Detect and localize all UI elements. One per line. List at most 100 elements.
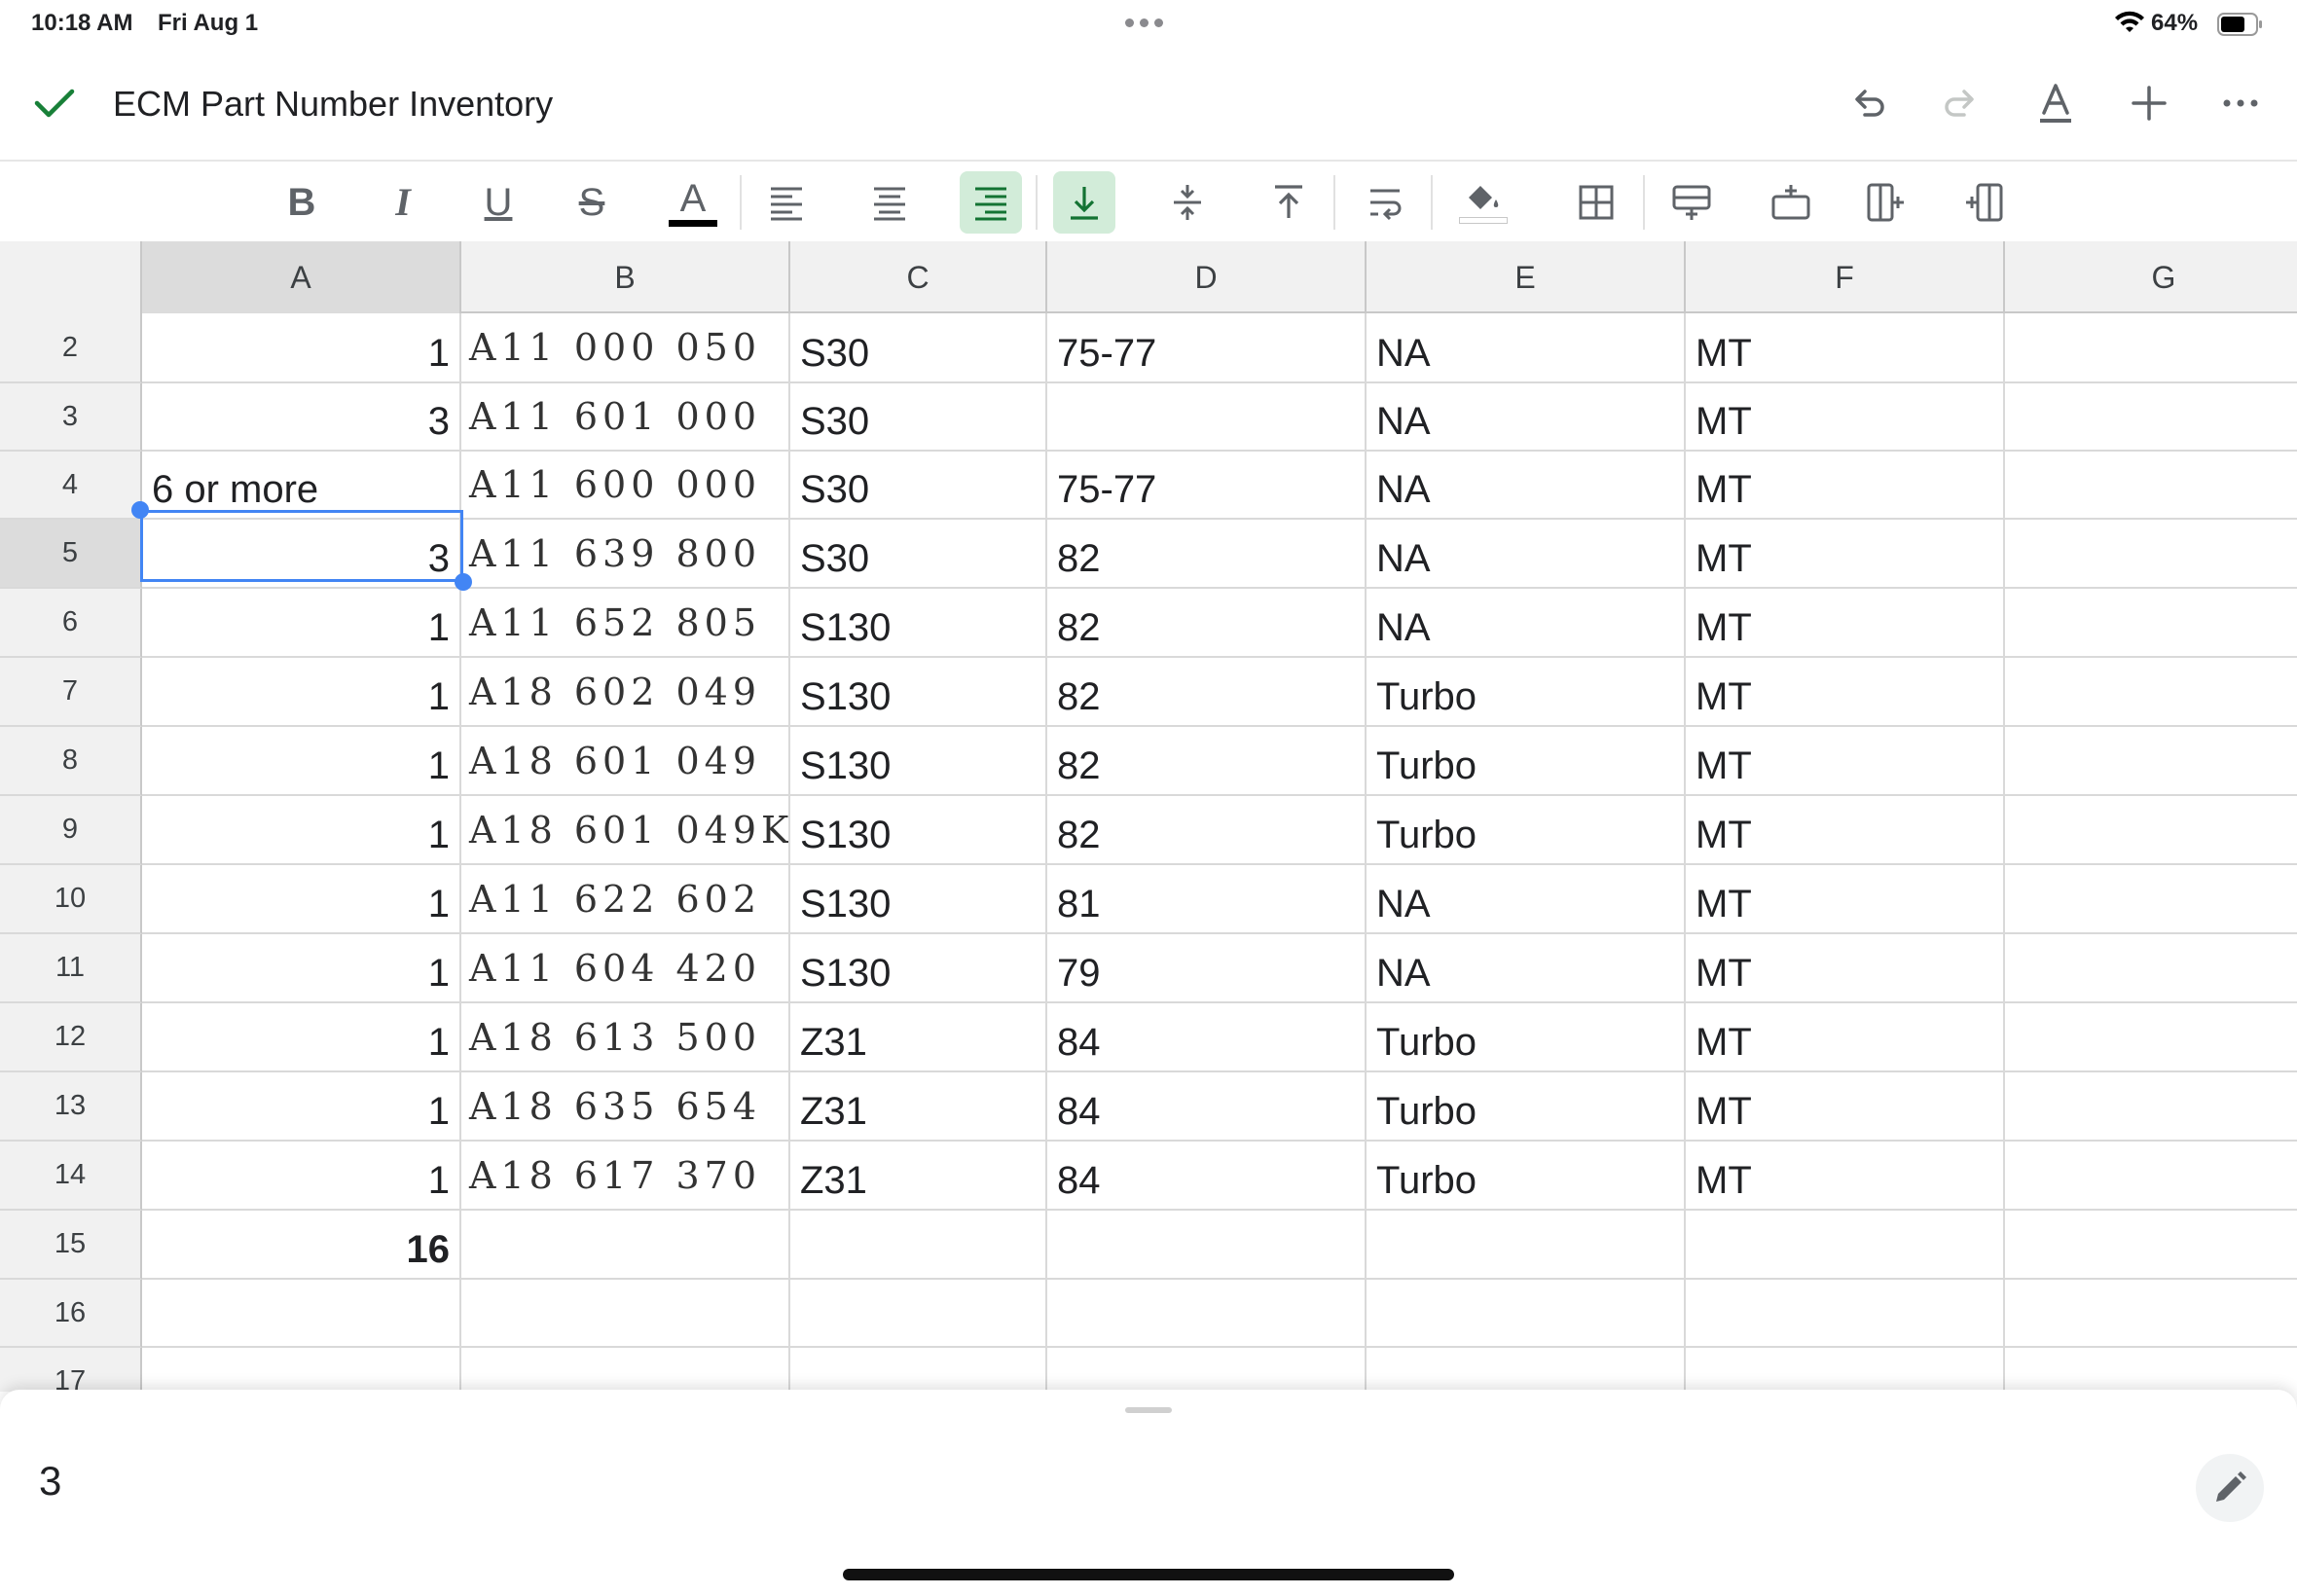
row-header[interactable]: 17 — [0, 1348, 142, 1392]
cell-a2[interactable]: 1 — [142, 313, 461, 383]
cell-e12[interactable]: Turbo — [1367, 1003, 1686, 1072]
insert-column-left-button[interactable] — [1855, 171, 1917, 234]
cell-f12[interactable]: MT — [1686, 1003, 2005, 1072]
cell-d8[interactable]: 82 — [1047, 727, 1367, 796]
cell-b9[interactable]: A18 601 049K — [461, 796, 790, 865]
cell-e2[interactable]: NA — [1367, 313, 1686, 383]
cell-e6[interactable]: NA — [1367, 589, 1686, 658]
wrap-text-button[interactable] — [1355, 171, 1417, 234]
cell-d17[interactable] — [1047, 1348, 1367, 1392]
strikethrough-button[interactable]: S — [561, 171, 623, 234]
borders-button[interactable] — [1565, 171, 1627, 234]
column-header-b[interactable]: B — [461, 241, 790, 313]
cell-a3[interactable]: 3 — [142, 383, 461, 452]
cell-f9[interactable]: MT — [1686, 796, 2005, 865]
cell-d12[interactable]: 84 — [1047, 1003, 1367, 1072]
cell-a7[interactable]: 1 — [142, 658, 461, 727]
text-color-button[interactable]: A — [662, 171, 724, 234]
align-center-button[interactable] — [858, 171, 921, 234]
row-header[interactable]: 3 — [0, 383, 142, 452]
cell-g2[interactable] — [2005, 313, 2297, 383]
cell-b12[interactable]: A18 613 500 — [461, 1003, 790, 1072]
column-header-c[interactable]: C — [790, 241, 1047, 313]
cell-e7[interactable]: Turbo — [1367, 658, 1686, 727]
cell-g12[interactable] — [2005, 1003, 2297, 1072]
cell-g7[interactable] — [2005, 658, 2297, 727]
cell-a16[interactable] — [142, 1280, 461, 1348]
row-header[interactable]: 15 — [0, 1211, 142, 1280]
cell-e17[interactable] — [1367, 1348, 1686, 1392]
cell-e11[interactable]: NA — [1367, 934, 1686, 1003]
cell-a10[interactable]: 1 — [142, 865, 461, 934]
cell-b15[interactable] — [461, 1211, 790, 1280]
row-header[interactable]: 4 — [0, 452, 142, 520]
cell-e10[interactable]: NA — [1367, 865, 1686, 934]
cell-d16[interactable] — [1047, 1280, 1367, 1348]
cell-b7[interactable]: A18 602 049 — [461, 658, 790, 727]
cell-b6[interactable]: A11 652 805 — [461, 589, 790, 658]
cell-b13[interactable]: A18 635 654 — [461, 1072, 790, 1142]
cell-f10[interactable]: MT — [1686, 865, 2005, 934]
cell-c17[interactable] — [790, 1348, 1047, 1392]
cell-f11[interactable]: MT — [1686, 934, 2005, 1003]
cell-c15[interactable] — [790, 1211, 1047, 1280]
align-left-button[interactable] — [755, 171, 818, 234]
cell-d3[interactable] — [1047, 383, 1367, 452]
insert-row-above-button[interactable] — [1660, 171, 1723, 234]
cell-g14[interactable] — [2005, 1142, 2297, 1211]
cell-b16[interactable] — [461, 1280, 790, 1348]
cell-c12[interactable]: Z31 — [790, 1003, 1047, 1072]
cell-a13[interactable]: 1 — [142, 1072, 461, 1142]
cell-g17[interactable] — [2005, 1348, 2297, 1392]
cell-f5[interactable]: MT — [1686, 520, 2005, 589]
cell-f6[interactable]: MT — [1686, 589, 2005, 658]
cell-c7[interactable]: S130 — [790, 658, 1047, 727]
cell-a9[interactable]: 1 — [142, 796, 461, 865]
cell-g3[interactable] — [2005, 383, 2297, 452]
row-header[interactable]: 5 — [0, 520, 142, 589]
cell-e16[interactable] — [1367, 1280, 1686, 1348]
selection-handle-bottom-right[interactable] — [455, 573, 472, 591]
cell-g13[interactable] — [2005, 1072, 2297, 1142]
cell-g5[interactable] — [2005, 520, 2297, 589]
bold-button[interactable]: B — [271, 171, 333, 234]
done-check-icon[interactable] — [33, 86, 76, 121]
insert-button[interactable] — [2126, 80, 2172, 127]
cell-a12[interactable]: 1 — [142, 1003, 461, 1072]
cell-e3[interactable]: NA — [1367, 383, 1686, 452]
underline-button[interactable]: U — [467, 171, 529, 234]
column-header-a[interactable]: A — [142, 241, 461, 313]
cell-g11[interactable] — [2005, 934, 2297, 1003]
cell-a11[interactable]: 1 — [142, 934, 461, 1003]
italic-button[interactable]: I — [372, 171, 434, 234]
cell-g16[interactable] — [2005, 1280, 2297, 1348]
align-right-button[interactable] — [960, 171, 1022, 234]
cell-c16[interactable] — [790, 1280, 1047, 1348]
cell-b2[interactable]: A11 000 050 — [461, 313, 790, 383]
cell-c8[interactable]: S130 — [790, 727, 1047, 796]
row-header[interactable]: 10 — [0, 865, 142, 934]
row-header[interactable]: 13 — [0, 1072, 142, 1142]
cell-d9[interactable]: 82 — [1047, 796, 1367, 865]
cell-f13[interactable]: MT — [1686, 1072, 2005, 1142]
valign-bottom-button[interactable] — [1053, 171, 1115, 234]
insert-column-right-button[interactable] — [1952, 171, 2015, 234]
cell-d7[interactable]: 82 — [1047, 658, 1367, 727]
cell-c13[interactable]: Z31 — [790, 1072, 1047, 1142]
cell-d11[interactable]: 79 — [1047, 934, 1367, 1003]
cell-d13[interactable]: 84 — [1047, 1072, 1367, 1142]
cell-c9[interactable]: S130 — [790, 796, 1047, 865]
cell-a6[interactable]: 1 — [142, 589, 461, 658]
cell-f7[interactable]: MT — [1686, 658, 2005, 727]
more-options-button[interactable] — [2217, 80, 2264, 127]
row-header[interactable]: 8 — [0, 727, 142, 796]
column-header-g[interactable]: G — [2005, 241, 2297, 313]
cell-b5[interactable]: A11 639 800 — [461, 520, 790, 589]
cell-d14[interactable]: 84 — [1047, 1142, 1367, 1211]
cell-g8[interactable] — [2005, 727, 2297, 796]
cell-a8[interactable]: 1 — [142, 727, 461, 796]
row-header[interactable]: 9 — [0, 796, 142, 865]
cell-g15[interactable] — [2005, 1211, 2297, 1280]
cell-e4[interactable]: NA — [1367, 452, 1686, 520]
row-header[interactable]: 11 — [0, 934, 142, 1003]
